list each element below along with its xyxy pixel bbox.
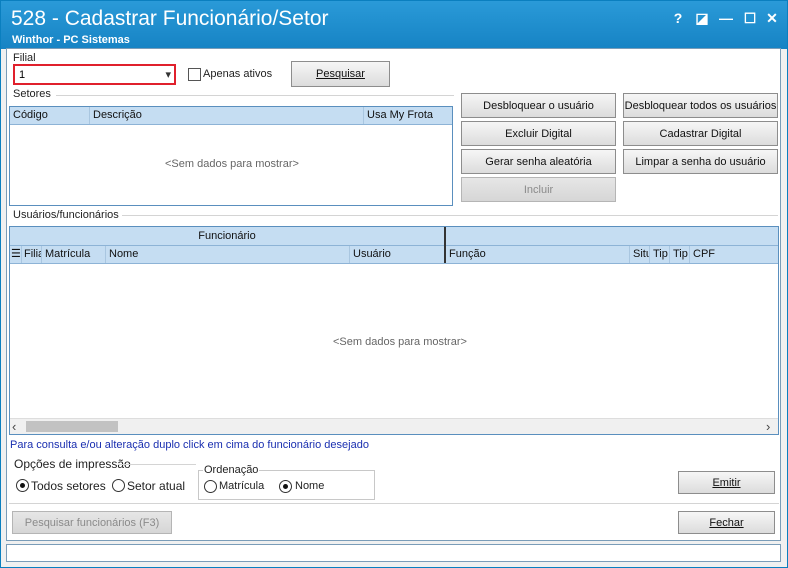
apenas-ativos-checkbox[interactable] xyxy=(188,68,201,81)
excluir-digital-label: Excluir Digital xyxy=(505,127,572,140)
usuarios-grid-header: ☰ Filia Matrícula Nome Usuário Função Si… xyxy=(10,246,778,264)
nome-radio[interactable] xyxy=(279,480,292,493)
setores-group-label: Setores xyxy=(13,88,51,100)
cadastrar-digital-button[interactable]: Cadastrar Digital xyxy=(623,121,778,146)
status-bar xyxy=(6,544,781,562)
setores-grid-header: Código Descrição Usa My Frota xyxy=(10,107,452,125)
desbloquear-usuario-label: Desbloquear o usuário xyxy=(483,99,594,112)
todos-setores-radio[interactable] xyxy=(16,479,29,492)
col-usuario[interactable]: Usuário xyxy=(350,246,446,263)
filial-select[interactable]: 1 ▾ xyxy=(13,64,176,85)
usuarios-divider xyxy=(122,215,778,216)
bottom-divider xyxy=(9,503,779,504)
cadastrar-digital-label: Cadastrar Digital xyxy=(659,127,742,140)
scroll-thumb[interactable] xyxy=(26,421,118,432)
grid-menu-icon[interactable]: ☰ xyxy=(10,246,22,263)
restore-icon[interactable]: ◪ xyxy=(693,9,711,27)
incluir-label: Incluir xyxy=(523,183,554,196)
emitir-label: Emitir xyxy=(712,476,741,489)
fechar-button[interactable]: Fechar xyxy=(678,511,775,534)
maximize-icon[interactable]: ☐ xyxy=(741,9,759,27)
setores-divider xyxy=(56,95,454,96)
matricula-radio[interactable] xyxy=(204,480,217,493)
apenas-ativos-label: Apenas ativos xyxy=(203,68,273,80)
pesquisar-funcionarios-label: Pesquisar funcionários (F3) xyxy=(24,516,160,529)
horizontal-scrollbar[interactable]: ‹ › xyxy=(10,418,778,434)
col-filial[interactable]: Filia xyxy=(22,246,42,263)
matricula-label: Matrícula xyxy=(219,480,265,492)
close-icon[interactable]: ✕ xyxy=(763,9,781,27)
scroll-left-icon[interactable]: ‹ xyxy=(12,419,16,434)
col-situacao[interactable]: Situ xyxy=(630,246,650,263)
limpar-senha-label: Limpar a senha do usuário xyxy=(635,155,766,168)
gerar-senha-button[interactable]: Gerar senha aleatória xyxy=(461,149,616,174)
band-funcionario: Funcionário xyxy=(10,227,446,246)
help-icon[interactable]: ? xyxy=(669,9,687,27)
funcionario-band-header: Funcionário xyxy=(10,227,778,246)
col-tipo-2[interactable]: Tip xyxy=(670,246,690,263)
pesquisar-button[interactable]: Pesquisar xyxy=(291,61,390,87)
col-funcao[interactable]: Função xyxy=(446,246,630,263)
usuarios-grid[interactable]: Funcionário ☰ Filia Matrícula Nome Usuár… xyxy=(9,226,779,435)
setor-atual-label: Setor atual xyxy=(127,479,186,493)
col-tipo-1[interactable]: Tip xyxy=(650,246,670,263)
usuarios-group-label: Usuários/funcionários xyxy=(13,209,119,221)
desbloquear-usuario-button[interactable]: Desbloquear o usuário xyxy=(461,93,616,118)
title-bar: 528 - Cadastrar Funcionário/Setor Wintho… xyxy=(1,1,787,49)
gerar-senha-label: Gerar senha aleatória xyxy=(485,155,592,168)
setores-empty-text: <Sem dados para mostrar> xyxy=(165,158,299,170)
col-descricao[interactable]: Descrição xyxy=(90,107,364,124)
desbloquear-todos-button[interactable]: Desbloquear todos os usuários xyxy=(623,93,778,118)
desbloquear-todos-label: Desbloquear todos os usuários xyxy=(624,99,777,112)
col-matricula[interactable]: Matrícula xyxy=(42,246,106,263)
todos-setores-label: Todos setores xyxy=(31,479,106,493)
minimize-icon[interactable]: — xyxy=(717,9,735,27)
hint-text: Para consulta e/ou alteração duplo click… xyxy=(10,439,369,451)
filial-value: 1 xyxy=(19,69,26,81)
window-title: 528 - Cadastrar Funcionário/Setor xyxy=(11,7,329,30)
ordenacao-group-label: Ordenação xyxy=(203,464,260,476)
excluir-digital-button[interactable]: Excluir Digital xyxy=(461,121,616,146)
filial-label: Filial xyxy=(13,52,36,64)
pesquisar-label: Pesquisar xyxy=(316,68,365,80)
fechar-label: Fechar xyxy=(709,516,744,529)
col-usa-my-frota[interactable]: Usa My Frota xyxy=(364,107,452,124)
scroll-right-icon[interactable]: › xyxy=(766,419,770,434)
pesquisar-funcionarios-button[interactable]: Pesquisar funcionários (F3) xyxy=(12,511,172,534)
col-codigo[interactable]: Código xyxy=(10,107,90,124)
chevron-down-icon[interactable]: ▾ xyxy=(165,68,171,81)
setor-atual-radio[interactable] xyxy=(112,479,125,492)
impressao-group-label: Opções de impressão xyxy=(14,457,131,471)
incluir-button[interactable]: Incluir xyxy=(461,177,616,202)
col-nome[interactable]: Nome xyxy=(106,246,350,263)
nome-label: Nome xyxy=(295,480,325,492)
setores-grid[interactable]: Código Descrição Usa My Frota <Sem dados… xyxy=(9,106,453,206)
limpar-senha-button[interactable]: Limpar a senha do usuário xyxy=(623,149,778,174)
usuarios-empty-text: <Sem dados para mostrar> xyxy=(333,336,467,348)
window-subtitle: Winthor - PC Sistemas xyxy=(12,34,130,46)
emitir-button[interactable]: Emitir xyxy=(678,471,775,494)
col-cpf[interactable]: CPF xyxy=(690,246,778,263)
impressao-divider xyxy=(118,464,196,465)
